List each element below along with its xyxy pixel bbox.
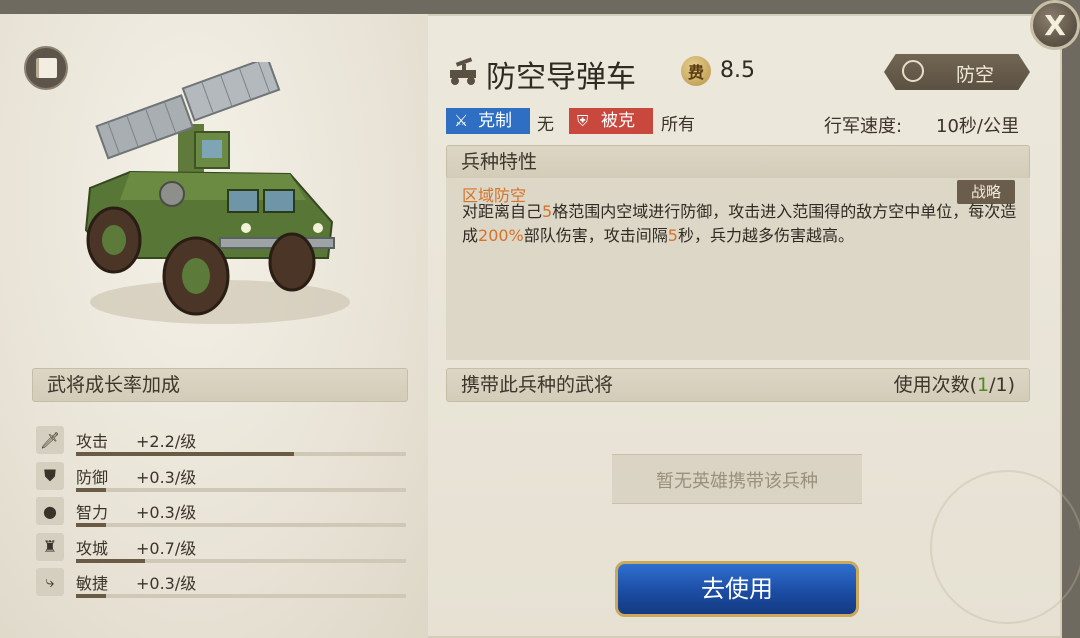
crossed-swords-icon: ⚔ [454, 111, 469, 130]
countered-by-value: 所有 [661, 115, 695, 135]
march-speed-label: 行军速度: [824, 116, 903, 137]
stat-name: 攻击 [76, 432, 109, 451]
stat-value: +0.7/级 [136, 538, 197, 558]
empty-generals-banner: 暂无英雄携带该兵种 [612, 454, 862, 504]
stat-row: ⤷ 敏捷 +0.3/级 [36, 566, 406, 598]
unit-name: 防空导弹车 [486, 60, 636, 95]
cost-value: 8.5 [720, 58, 755, 83]
stat-row: 🗡 攻击 +2.2/级 [36, 424, 406, 456]
stat-value: +0.3/级 [136, 574, 197, 593]
stat-row: ● 智力 +0.3/级 [36, 495, 406, 527]
stat-progress-track [76, 558, 406, 563]
stat-value: +0.3/级 [136, 467, 197, 487]
stat-progress-fill [76, 594, 106, 598]
stat-progress-track [76, 594, 406, 598]
stat-name: 防御 [76, 467, 109, 487]
stat-value: +0.3/级 [136, 503, 197, 522]
generals-header: 携带此兵种的武将 使用次数(1/1) [446, 368, 1030, 402]
stat-progress-fill [76, 487, 106, 492]
march-speed-value: 10秒/公里 [936, 116, 1019, 137]
stat-progress-fill [76, 523, 106, 527]
generals-header-label: 携带此兵种的武将 [461, 374, 614, 396]
tower-icon: ♜ [36, 532, 64, 561]
growth-header: 武将成长率加成 [32, 368, 408, 402]
stat-progress-track [76, 523, 406, 527]
unit-type-label: 防空 [956, 64, 995, 86]
broken-shield-icon: ⛨ [577, 112, 589, 130]
head-icon: ● [36, 497, 64, 525]
use-button[interactable]: 去使用 [615, 561, 859, 617]
stat-progress-track [76, 452, 406, 456]
trait-description: 对距离自己5格范围内空域进行防御，攻击进入范围得的敌方空中单位，每次造成200%… [462, 202, 1017, 245]
stat-row: ♜ 攻城 +0.7/级 [36, 531, 406, 563]
counters-label: 克制 [478, 111, 512, 131]
book-icon[interactable] [24, 46, 68, 90]
countered-by-chip: ⛨ 被克 [569, 108, 653, 134]
boot-icon: ⤷ [36, 568, 64, 596]
sword-icon: 🗡 [36, 426, 64, 454]
shield-icon: ⛊ [36, 461, 64, 490]
stat-value: +2.2/级 [136, 432, 197, 451]
close-button[interactable]: X [1030, 0, 1080, 50]
unit-type-tag: 防空 [884, 54, 1030, 90]
stat-progress-fill [76, 558, 146, 563]
traits-header: 兵种特性 [446, 145, 1030, 179]
stat-row: ⛊ 防御 +0.3/级 [36, 460, 406, 492]
anti-air-icon [902, 60, 924, 82]
empty-generals-text: 暂无英雄携带该兵种 [656, 471, 818, 492]
vehicle-class-icon [450, 57, 476, 85]
stat-name: 攻城 [76, 538, 109, 558]
cost-icon: 费 [681, 56, 711, 86]
stat-name: 敏捷 [76, 574, 109, 593]
usage-count: 使用次数(1/1) [893, 374, 1015, 396]
stat-progress-track [76, 487, 406, 492]
decorative-compass [930, 470, 1080, 624]
counters-value: 无 [537, 115, 554, 135]
countered-by-label: 被克 [601, 111, 635, 131]
anti-air-missile-vehicle-image [84, 62, 350, 324]
stat-progress-fill [76, 452, 294, 456]
stat-name: 智力 [76, 503, 109, 522]
counters-chip: ⚔ 克制 [446, 108, 530, 134]
